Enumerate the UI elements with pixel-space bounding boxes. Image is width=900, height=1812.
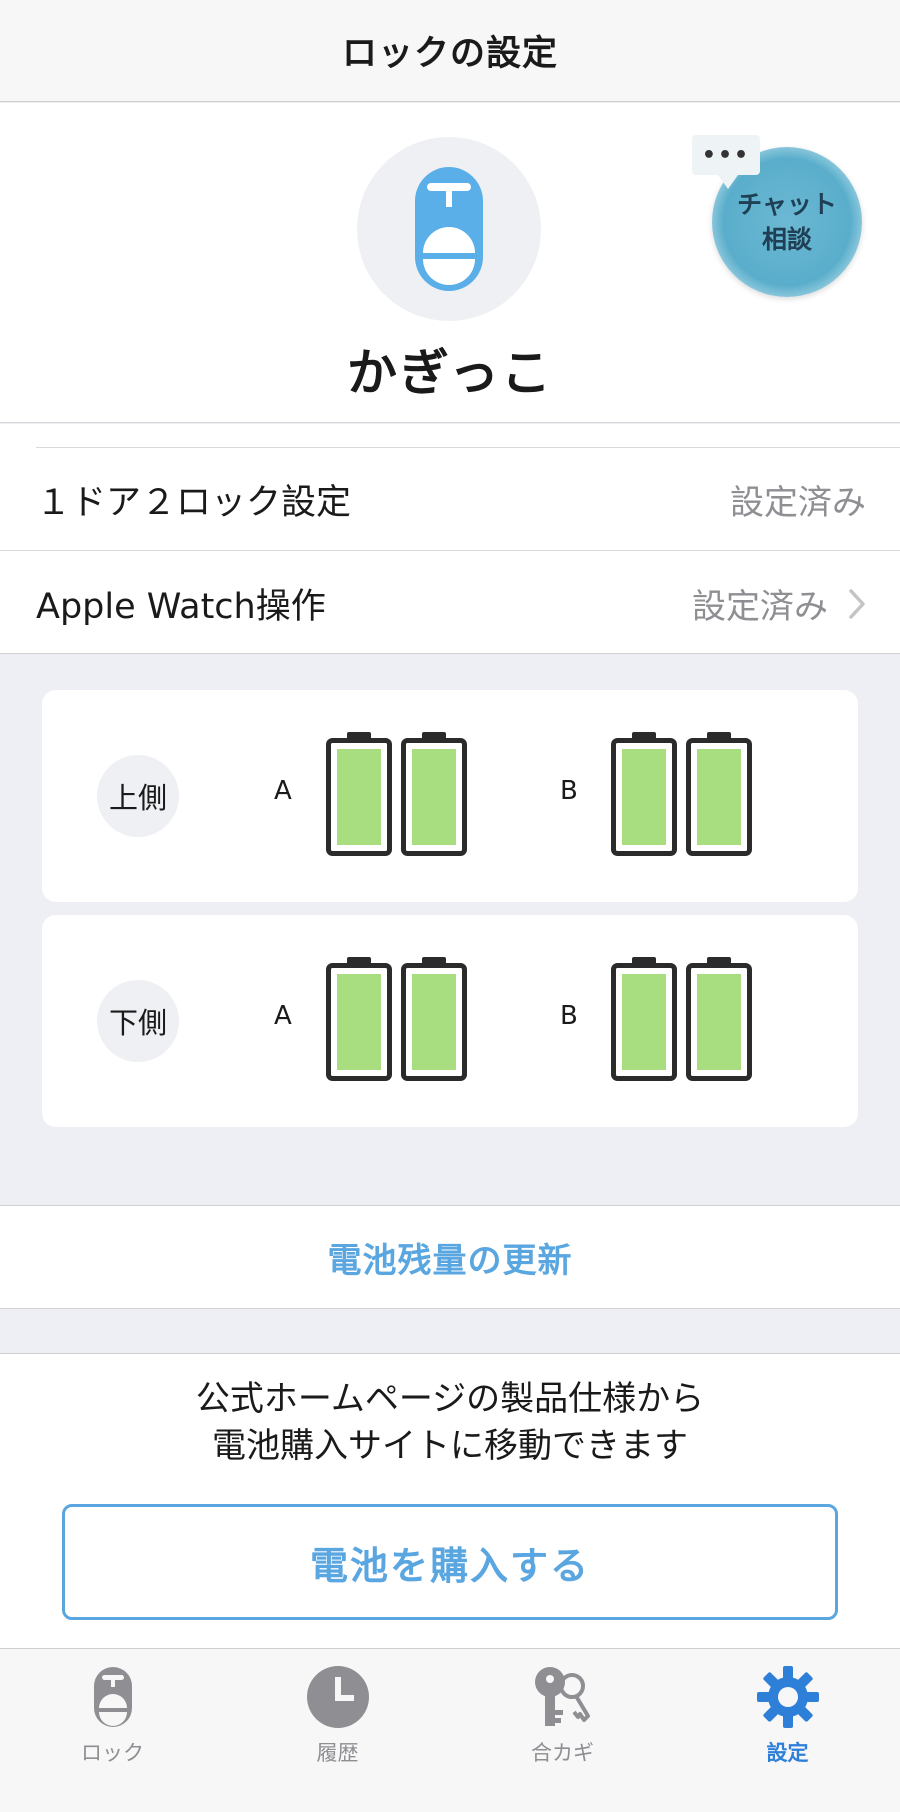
lock-avatar bbox=[357, 137, 541, 321]
battery-group-label: B bbox=[560, 776, 578, 806]
navigation-bar: ロックの設定 bbox=[0, 0, 900, 102]
tab-label: 設定 bbox=[766, 1741, 809, 1765]
tab-lock[interactable]: ロック bbox=[0, 1649, 225, 1812]
battery-level-fill bbox=[697, 749, 741, 845]
battery-level-fill bbox=[412, 749, 456, 845]
battery-icon bbox=[611, 732, 677, 856]
clock-icon bbox=[302, 1661, 374, 1733]
battery-group-label: A bbox=[274, 776, 292, 806]
side-badge: 下側 bbox=[97, 980, 179, 1062]
tab-settings[interactable]: 設定 bbox=[675, 1649, 900, 1812]
tab-history[interactable]: 履歴 bbox=[225, 1649, 450, 1812]
buy-description-line1: 公式ホームページの製品仕様から bbox=[195, 1379, 705, 1419]
page-title: ロックの設定 bbox=[341, 34, 558, 74]
battery-group-label: B bbox=[560, 1001, 578, 1031]
chat-label-line2: 相談 bbox=[761, 225, 812, 254]
battery-card-upper: 上側 A B bbox=[42, 690, 858, 902]
buy-battery-label: 電池を購入する bbox=[309, 1543, 590, 1588]
battery-icon bbox=[326, 957, 392, 1081]
tab-shared-keys[interactable]: 合カギ bbox=[450, 1649, 675, 1812]
lock-icon bbox=[77, 1661, 149, 1733]
battery-level-fill bbox=[337, 974, 381, 1070]
settings-row-label: Apple Watch操作 bbox=[36, 587, 326, 627]
chat-label-line1: チャット bbox=[737, 190, 837, 219]
battery-level-fill bbox=[622, 749, 666, 845]
battery-icon bbox=[401, 732, 467, 856]
buy-description-line2: 電池購入サイトに移動できます bbox=[212, 1426, 688, 1466]
refresh-battery-label: 電池残量の更新 bbox=[327, 1240, 573, 1281]
settings-row-label: １ドア２ロック設定 bbox=[36, 482, 352, 523]
smart-lock-icon bbox=[415, 167, 483, 291]
battery-level-fill bbox=[697, 974, 741, 1070]
chat-bubble-icon: ••• bbox=[692, 135, 760, 189]
battery-level-fill bbox=[622, 974, 666, 1070]
chevron-right-icon bbox=[849, 588, 865, 619]
settings-row-one-door-two-lock[interactable]: １ドア２ロック設定 設定済み bbox=[0, 448, 900, 551]
buy-battery-button[interactable]: 電池を購入する bbox=[62, 1504, 838, 1620]
battery-card-lower: 下側 A B bbox=[42, 915, 858, 1127]
battery-icon bbox=[686, 957, 752, 1081]
settings-row-status: 設定済み bbox=[692, 587, 828, 627]
battery-icon bbox=[326, 732, 392, 856]
refresh-battery-button[interactable]: 電池残量の更新 bbox=[0, 1205, 900, 1309]
battery-icon bbox=[401, 957, 467, 1081]
lock-profile-header: かぎっこ チャット 相談 ••• bbox=[0, 103, 900, 423]
side-badge: 上側 bbox=[97, 755, 179, 837]
settings-row-status: 設定済み bbox=[730, 482, 866, 523]
tab-label: 履歴 bbox=[316, 1741, 359, 1765]
battery-level-fill bbox=[412, 974, 456, 1070]
keys-icon bbox=[527, 1661, 599, 1733]
chat-button-label: チャット 相談 bbox=[712, 187, 862, 257]
settings-row-value: 設定済み bbox=[692, 579, 866, 628]
chat-consult-button[interactable]: チャット 相談 ••• bbox=[692, 127, 882, 297]
buy-battery-section: 公式ホームページの製品仕様から 電池購入サイトに移動できます 電池を購入する bbox=[0, 1353, 900, 1648]
settings-list: １ドア２ロック設定 設定済み Apple Watch操作 設定済み bbox=[0, 424, 900, 654]
tab-label: 合カギ bbox=[531, 1741, 594, 1765]
device-name: かぎっこ bbox=[347, 344, 553, 402]
gear-icon bbox=[752, 1661, 824, 1733]
battery-group-label: A bbox=[274, 1001, 292, 1031]
tab-label: ロック bbox=[81, 1741, 144, 1765]
buy-description: 公式ホームページの製品仕様から 電池購入サイトに移動できます bbox=[0, 1376, 900, 1470]
settings-row-apple-watch[interactable]: Apple Watch操作 設定済み bbox=[0, 552, 900, 655]
battery-level-fill bbox=[337, 749, 381, 845]
battery-icon bbox=[611, 957, 677, 1081]
battery-icon bbox=[686, 732, 752, 856]
settings-row-value: 設定済み bbox=[730, 475, 866, 524]
tab-bar: ロック 履歴 合カギ 設定 bbox=[0, 1648, 900, 1812]
